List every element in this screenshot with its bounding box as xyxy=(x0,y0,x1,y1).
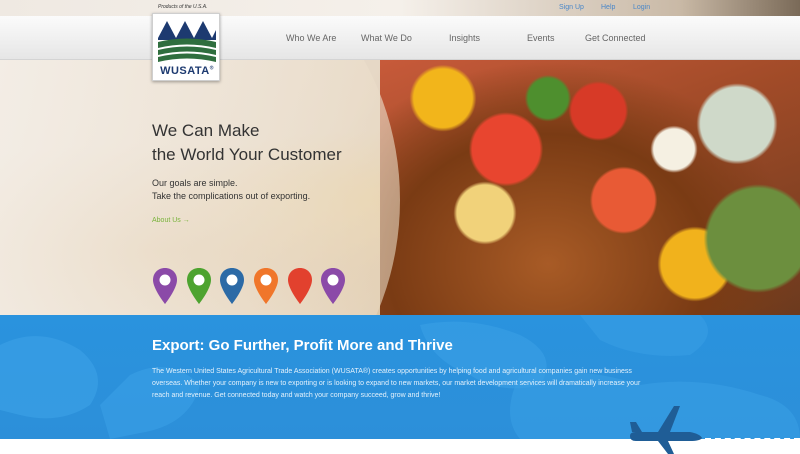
login-link[interactable]: Login xyxy=(633,4,650,11)
nav-insights[interactable]: Insights xyxy=(449,33,480,43)
hero-title: We Can Make the World Your Customer xyxy=(152,119,342,167)
bruschetta-photo xyxy=(380,60,800,315)
map-pin-green-icon xyxy=(187,268,211,304)
hero-title-line-1: We Can Make xyxy=(152,121,260,140)
sign-up-link[interactable]: Sign Up xyxy=(559,4,584,11)
hero-subtitle-line-1: Our goals are simple. xyxy=(152,178,238,188)
about-us-link[interactable]: About Us → xyxy=(152,217,190,224)
export-description: The Western United States Agricultural T… xyxy=(152,368,641,399)
logo-wordmark: WUSATA® xyxy=(160,65,214,77)
logo-tagline: Products of the U.S.A. xyxy=(158,4,208,10)
map-pin-orange-icon xyxy=(254,268,278,304)
flight-path-dashes xyxy=(705,438,800,440)
hero-subtitle: Our goals are simple. Take the complicat… xyxy=(152,177,310,203)
mountains-fields-logo-icon xyxy=(158,18,216,64)
top-utility-bar: Sign Up Help Login xyxy=(0,0,800,16)
nav-get-connected[interactable]: Get Connected xyxy=(585,33,646,43)
map-pin-red-icon xyxy=(288,268,312,304)
airplane-icon xyxy=(630,406,702,454)
nav-events[interactable]: Events xyxy=(527,33,555,43)
hero-banner: We Can Make the World Your Customer Our … xyxy=(0,60,800,315)
map-pin-blue-icon xyxy=(220,268,244,304)
main-navigation: Who We Are What We Do Insights Events Ge… xyxy=(0,16,800,60)
map-pin-purple-icon xyxy=(321,268,345,304)
wusata-logo[interactable]: WUSATA® xyxy=(152,13,220,81)
hero-subtitle-line-2: Take the complications out of exporting. xyxy=(152,191,311,201)
export-heading: Export: Go Further, Profit More and Thri… xyxy=(152,337,453,354)
map-pin-purple-icon xyxy=(153,268,177,304)
nav-who-we-are[interactable]: Who We Are xyxy=(286,33,336,43)
hero-title-line-2: the World Your Customer xyxy=(152,145,342,164)
nav-what-we-do[interactable]: What We Do xyxy=(361,33,412,43)
help-link[interactable]: Help xyxy=(601,4,615,11)
